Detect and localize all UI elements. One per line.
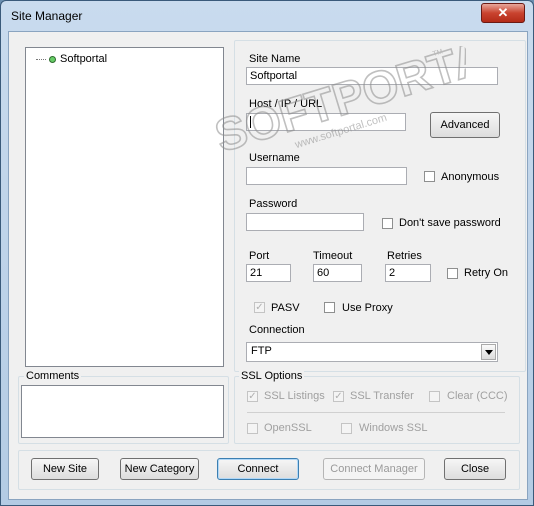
username-label: Username bbox=[249, 152, 300, 164]
pasv-checkbox[interactable]: ✓ bbox=[254, 302, 265, 313]
windows-ssl-label: Windows SSL bbox=[359, 422, 428, 434]
openssl-label: OpenSSL bbox=[264, 422, 312, 434]
comments-label: Comments bbox=[24, 370, 82, 382]
tree-connector bbox=[36, 58, 46, 60]
site-name-field[interactable]: Softportal bbox=[246, 67, 498, 85]
checkmark-icon: ✓ bbox=[255, 302, 264, 313]
windows-ssl-checkbox[interactable] bbox=[341, 423, 352, 434]
connection-select[interactable]: FTP bbox=[246, 342, 498, 362]
dialog-client-area: Softportal Site Name Softportal Host / I… bbox=[8, 31, 528, 500]
checkmark-icon: ✓ bbox=[334, 391, 343, 402]
ssl-options-label: SSL Options bbox=[239, 370, 305, 382]
connect-manager-button[interactable]: Connect Manager bbox=[323, 458, 425, 480]
dropdown-arrow-icon[interactable] bbox=[481, 344, 496, 360]
ssl-transfer-label: SSL Transfer bbox=[350, 390, 414, 402]
clear-ccc-label: Clear (CCC) bbox=[447, 390, 508, 402]
anonymous-checkbox[interactable] bbox=[424, 171, 435, 182]
text-caret bbox=[250, 116, 251, 129]
new-site-button[interactable]: New Site bbox=[31, 458, 99, 480]
connection-label: Connection bbox=[249, 324, 305, 336]
password-label: Password bbox=[249, 198, 298, 210]
timeout-label: Timeout bbox=[313, 250, 353, 262]
dont-save-password-checkbox[interactable] bbox=[382, 218, 393, 229]
connection-selected-value: FTP bbox=[251, 345, 272, 357]
timeout-field[interactable]: 60 bbox=[313, 264, 362, 282]
port-field[interactable]: 21 bbox=[246, 264, 291, 282]
site-name-label: Site Name bbox=[249, 53, 301, 65]
use-proxy-checkbox[interactable] bbox=[324, 302, 335, 313]
window-title: Site Manager bbox=[11, 9, 83, 23]
tree-item-softportal[interactable]: Softportal bbox=[36, 53, 107, 65]
title-bar[interactable]: Site Manager ✕ bbox=[1, 1, 533, 31]
comments-textarea[interactable] bbox=[21, 385, 224, 438]
retries-label: Retries bbox=[387, 250, 422, 262]
checkmark-icon: ✓ bbox=[248, 391, 257, 402]
close-icon: ✕ bbox=[497, 5, 509, 20]
retry-on-label: Retry On bbox=[464, 267, 509, 279]
use-proxy-label: Use Proxy bbox=[342, 302, 393, 314]
port-label: Port bbox=[249, 250, 270, 262]
tree-item-label: Softportal bbox=[60, 53, 108, 65]
ssl-listings-checkbox[interactable]: ✓ bbox=[247, 391, 258, 402]
close-window-button[interactable]: ✕ bbox=[481, 3, 525, 23]
username-field[interactable] bbox=[246, 167, 407, 185]
site-node-icon bbox=[49, 55, 56, 63]
retries-field[interactable]: 2 bbox=[385, 264, 431, 282]
dont-save-password-label: Don't save password bbox=[399, 217, 501, 229]
site-tree[interactable]: Softportal bbox=[25, 47, 224, 367]
anonymous-label: Anonymous bbox=[441, 171, 500, 183]
openssl-checkbox[interactable] bbox=[247, 423, 258, 434]
retry-on-checkbox[interactable] bbox=[447, 268, 458, 279]
advanced-button[interactable]: Advanced bbox=[430, 112, 500, 138]
host-field[interactable] bbox=[246, 113, 406, 131]
new-category-button[interactable]: New Category bbox=[120, 458, 199, 480]
password-field[interactable] bbox=[246, 213, 364, 231]
site-manager-window: Site Manager ✕ Softportal Site Name Soft… bbox=[0, 0, 534, 506]
ssl-transfer-checkbox[interactable]: ✓ bbox=[333, 391, 344, 402]
pasv-label: PASV bbox=[271, 302, 300, 314]
connect-button[interactable]: Connect bbox=[217, 458, 299, 480]
host-label: Host / IP / URL bbox=[249, 98, 323, 110]
close-button[interactable]: Close bbox=[444, 458, 506, 480]
clear-ccc-checkbox[interactable] bbox=[429, 391, 440, 402]
ssl-listings-label: SSL Listings bbox=[264, 390, 325, 402]
ssl-divider bbox=[247, 412, 505, 413]
